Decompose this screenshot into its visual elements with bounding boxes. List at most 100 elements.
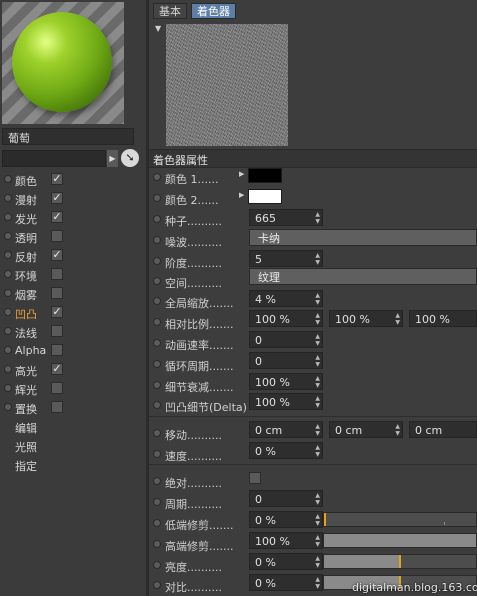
channel-check-bump[interactable]: ✓ — [51, 306, 63, 318]
pointer-icon[interactable]: ➘ — [121, 149, 139, 167]
tab-basic[interactable]: 基本 — [153, 3, 187, 19]
channel-label-glow[interactable]: 辉光 — [15, 382, 37, 398]
collapse-arrow-icon[interactable]: ▼ — [155, 24, 161, 33]
high-clip-slider[interactable] — [323, 533, 477, 548]
channel-check-color[interactable]: ✓ — [51, 173, 63, 185]
channel-dot-diffusion[interactable] — [4, 194, 12, 202]
low-clip-field[interactable]: 0 % ▲ ▼ — [249, 511, 323, 528]
channel-check-environment[interactable] — [51, 268, 63, 280]
slider-handle[interactable] — [399, 555, 401, 568]
channel-dot-reflection[interactable] — [4, 251, 12, 259]
material-name-field[interactable]: 葡萄 — [2, 128, 134, 145]
spinner-arrows-icon[interactable]: ▲ ▼ — [315, 575, 320, 590]
param-dot-low-clip[interactable] — [153, 519, 161, 527]
spinner-arrows-icon[interactable]: ▲ ▼ — [315, 210, 320, 225]
channel-dot-bump[interactable] — [4, 308, 12, 316]
color1-swatch[interactable] — [248, 168, 282, 183]
sub-link-edit[interactable]: 编辑 — [15, 420, 37, 436]
channel-check-displacement[interactable] — [51, 401, 63, 413]
channel-dot-environment[interactable] — [4, 270, 12, 278]
channel-label-alpha[interactable]: Alpha — [15, 344, 46, 357]
param-dot-move[interactable] — [153, 429, 161, 437]
channel-dot-displacement[interactable] — [4, 403, 12, 411]
material-link-field[interactable] — [2, 150, 106, 167]
param-dot-anim-speed[interactable] — [153, 339, 161, 347]
param-dot-color2[interactable] — [153, 194, 161, 202]
period-field[interactable]: 0 ▲ ▼ — [249, 490, 323, 507]
channel-dot-luminance[interactable] — [4, 213, 12, 221]
spinner-arrows-icon[interactable]: ▲ ▼ — [315, 374, 320, 389]
relative-scale-z-field[interactable]: 100 % — [409, 310, 477, 327]
channel-label-environment[interactable]: 环境 — [15, 268, 37, 284]
spinner-arrows-icon[interactable]: ▲ ▼ — [315, 311, 320, 326]
global-scale-field[interactable]: 4 % ▲ ▼ — [249, 290, 323, 307]
channel-check-fog[interactable] — [51, 287, 63, 299]
brightness-field[interactable]: 0 % ▲ ▼ — [249, 553, 323, 570]
param-dot-absolute[interactable] — [153, 477, 161, 485]
sub-link-assign[interactable]: 指定 — [15, 458, 37, 474]
spinner-arrows-icon[interactable]: ▲ ▼ — [315, 251, 320, 266]
param-dot-seed[interactable] — [153, 215, 161, 223]
relative-scale-y-field[interactable]: 100 % ▲ ▼ — [329, 310, 403, 327]
channel-label-reflection[interactable]: 反射 — [15, 249, 37, 265]
material-preview[interactable] — [2, 2, 124, 124]
spinner-arrows-icon[interactable]: ▲ ▼ — [315, 443, 320, 458]
triangle-right-icon[interactable]: ▶ — [239, 191, 244, 199]
spinner-arrows-icon[interactable]: ▲ ▼ — [315, 512, 320, 527]
noise-dropdown[interactable]: 卡纳 — [249, 229, 477, 246]
speed-field[interactable]: 0 % ▲ ▼ — [249, 442, 323, 459]
sub-link-illumination[interactable]: 光照 — [15, 439, 37, 455]
param-dot-space[interactable] — [153, 277, 161, 285]
channel-dot-normal[interactable] — [4, 327, 12, 335]
brightness-slider[interactable] — [323, 554, 477, 569]
channel-dot-specular[interactable] — [4, 365, 12, 373]
spinner-arrows-icon[interactable]: ▲ ▼ — [315, 491, 320, 506]
param-dot-high-clip[interactable] — [153, 540, 161, 548]
octaves-field[interactable]: 5 ▲ ▼ — [249, 250, 323, 267]
channel-check-luminance[interactable]: ✓ — [51, 211, 63, 223]
low-clip-slider[interactable] — [323, 512, 477, 527]
channel-label-transparency[interactable]: 透明 — [15, 230, 37, 246]
seed-field[interactable]: 665 ▲ ▼ — [249, 209, 323, 226]
channel-label-normal[interactable]: 法线 — [15, 325, 37, 341]
color2-swatch[interactable] — [248, 189, 282, 204]
spinner-arrows-icon[interactable]: ▲ ▼ — [315, 554, 320, 569]
param-dot-octaves[interactable] — [153, 257, 161, 265]
channel-check-transparency[interactable] — [51, 230, 63, 242]
channel-dot-transparency[interactable] — [4, 232, 12, 240]
channel-check-reflection[interactable]: ✓ — [51, 249, 63, 261]
channel-check-glow[interactable] — [51, 382, 63, 394]
param-dot-detail-atten[interactable] — [153, 381, 161, 389]
move-x-field[interactable]: 0 cm ▲ ▼ — [249, 421, 323, 438]
param-dot-global-scale[interactable] — [153, 297, 161, 305]
move-z-field[interactable]: 0 cm — [409, 421, 477, 438]
bump-detail-field[interactable]: 100 % ▲ ▼ — [249, 393, 323, 410]
channel-check-specular[interactable]: ✓ — [51, 363, 63, 375]
channel-check-normal[interactable] — [51, 325, 63, 337]
param-dot-bump-detail[interactable] — [153, 401, 161, 409]
channel-label-fog[interactable]: 烟雾 — [15, 287, 37, 303]
channel-dot-color[interactable] — [4, 175, 12, 183]
move-y-field[interactable]: 0 cm ▲ ▼ — [329, 421, 403, 438]
channel-check-diffusion[interactable]: ✓ — [51, 192, 63, 204]
param-dot-noise[interactable] — [153, 236, 161, 244]
param-dot-speed[interactable] — [153, 450, 161, 458]
spinner-arrows-icon[interactable]: ▲ ▼ — [315, 353, 320, 368]
triangle-right-icon[interactable]: ▶ — [107, 150, 118, 167]
anim-speed-field[interactable]: 0 ▲ ▼ — [249, 331, 323, 348]
spinner-arrows-icon[interactable]: ▲ ▼ — [315, 533, 320, 548]
channel-label-luminance[interactable]: 发光 — [15, 211, 37, 227]
param-dot-brightness[interactable] — [153, 561, 161, 569]
space-dropdown[interactable]: 纹理 — [249, 268, 477, 285]
contrast-field[interactable]: 0 % ▲ ▼ — [249, 574, 323, 591]
spinner-arrows-icon[interactable]: ▲ ▼ — [315, 394, 320, 409]
param-dot-loop-period[interactable] — [153, 360, 161, 368]
channel-label-specular[interactable]: 高光 — [15, 363, 37, 379]
spinner-arrows-icon[interactable]: ▲ ▼ — [395, 311, 400, 326]
channel-dot-fog[interactable] — [4, 289, 12, 297]
high-clip-field[interactable]: 100 % ▲ ▼ — [249, 532, 323, 549]
slider-handle[interactable] — [324, 513, 326, 526]
spinner-arrows-icon[interactable]: ▲ ▼ — [315, 291, 320, 306]
relative-scale-x-field[interactable]: 100 % ▲ ▼ — [249, 310, 323, 327]
param-dot-contrast[interactable] — [153, 581, 161, 589]
